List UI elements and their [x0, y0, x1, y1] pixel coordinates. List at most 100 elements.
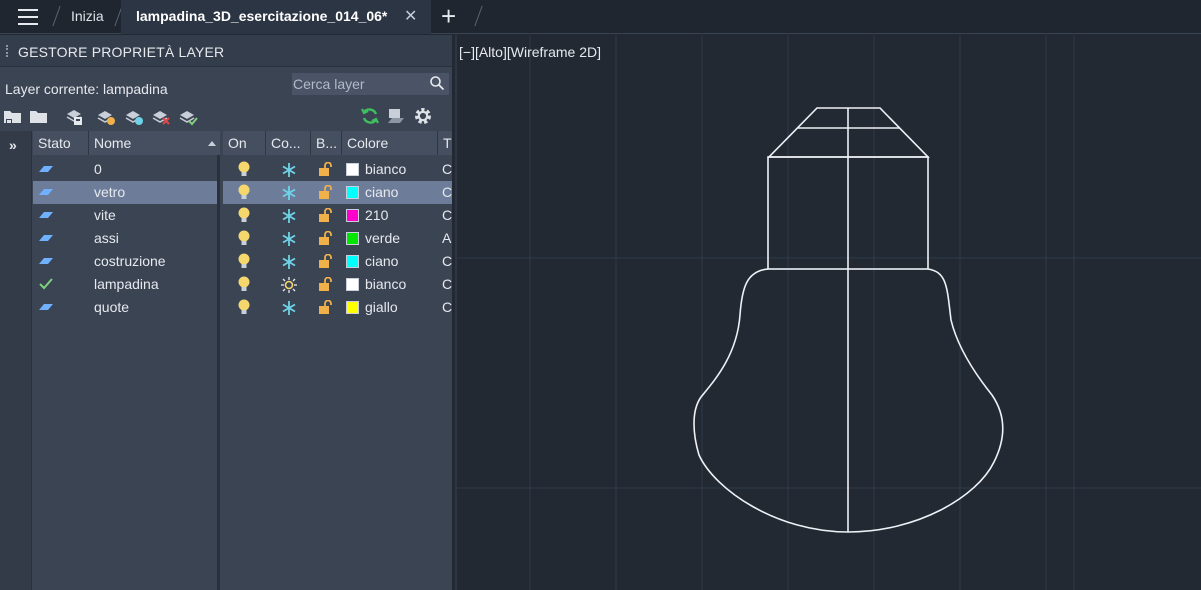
layer-props-row-vetro[interactable]: ciano C [223, 181, 452, 204]
snowflake-icon[interactable] [281, 254, 297, 270]
sun-thawed-icon[interactable] [281, 277, 297, 293]
color-swatch[interactable] [346, 186, 359, 199]
lightbulb-on-icon[interactable] [237, 299, 251, 316]
palette-grip-icon[interactable] [6, 45, 8, 57]
lightbulb-drawing[interactable] [693, 107, 1004, 533]
color-swatch[interactable] [346, 278, 359, 291]
group-filter-folder-icon[interactable] [29, 106, 49, 126]
color-swatch[interactable] [346, 232, 359, 245]
unlocked-padlock-icon[interactable] [318, 185, 332, 200]
layer-linetype[interactable]: C [442, 299, 452, 315]
color-swatch[interactable] [346, 255, 359, 268]
search-icon[interactable] [429, 75, 445, 91]
snowflake-icon[interactable] [281, 208, 297, 224]
palette-header[interactable]: GESTORE PROPRIETÀ LAYER [0, 35, 452, 67]
column-header-congela[interactable]: Co... [266, 131, 311, 155]
unlocked-padlock-icon[interactable] [318, 300, 332, 315]
layer-color-name[interactable]: giallo [365, 299, 398, 315]
color-swatch[interactable] [346, 301, 359, 314]
layer-row-quote[interactable]: quote [33, 296, 217, 319]
delete-layer-icon[interactable] [151, 106, 171, 126]
layer-status-icon [39, 189, 53, 195]
drawing-viewport[interactable]: [−][Alto][Wireframe 2D] [455, 35, 1201, 590]
lightbulb-on-icon[interactable] [237, 161, 251, 178]
unlocked-padlock-icon[interactable] [318, 231, 332, 246]
unlocked-padlock-icon[interactable] [318, 162, 332, 177]
color-swatch[interactable] [346, 163, 359, 176]
layer-linetype[interactable]: C [442, 253, 452, 269]
layer-color-name[interactable]: ciano [365, 184, 398, 200]
new-tab-plus-icon[interactable]: + [441, 2, 456, 30]
layer-row-costruzione[interactable]: costruzione [33, 250, 217, 273]
layer-props-row-0[interactable]: bianco C [223, 158, 452, 181]
layer-status-icon [39, 212, 53, 218]
viewport-controls[interactable]: [−][Alto][Wireframe 2D] [459, 44, 601, 60]
snowflake-icon[interactable] [281, 162, 297, 178]
hamburger-menu-icon[interactable] [12, 6, 40, 28]
column-header-blocca[interactable]: B... [311, 131, 342, 155]
layer-status-icon [39, 304, 53, 310]
layer-color-name[interactable]: bianco [365, 276, 406, 292]
layer-name[interactable]: 0 [94, 161, 102, 177]
layer-props-row-costruzione[interactable]: ciano C [223, 250, 452, 273]
layer-translator-icon[interactable] [386, 106, 406, 126]
layer-name[interactable]: assi [94, 230, 119, 246]
layer-props-row-assi[interactable]: verde A [223, 227, 452, 250]
layer-linetype[interactable]: C [442, 276, 452, 292]
layer-table-left: Stato Nome 0 vetro vite assi costruzione lamp… [33, 131, 220, 590]
layer-linetype[interactable]: C [442, 184, 452, 200]
layer-name[interactable]: quote [94, 299, 129, 315]
unlocked-padlock-icon[interactable] [318, 254, 332, 269]
lightbulb-on-icon[interactable] [237, 276, 251, 293]
lightbulb-on-icon[interactable] [237, 184, 251, 201]
search-layer-input[interactable]: Cerca layer [292, 73, 449, 95]
column-header-tipolinea[interactable]: T [438, 131, 452, 155]
set-current-layer-icon[interactable] [178, 106, 198, 126]
layer-row-0[interactable]: 0 [33, 158, 217, 181]
snowflake-icon[interactable] [281, 231, 297, 247]
layer-name[interactable]: lampadina [94, 276, 159, 292]
column-header-nome[interactable]: Nome [89, 131, 220, 155]
layer-color-name[interactable]: verde [365, 230, 400, 246]
tab-start[interactable]: Inizia [71, 8, 104, 24]
snowflake-icon[interactable] [281, 300, 297, 316]
unlocked-padlock-icon[interactable] [318, 208, 332, 223]
layer-color-name[interactable]: ciano [365, 253, 398, 269]
tab-active-drawing[interactable]: lampadina_3D_esercitazione_014_06* ✕ [121, 0, 431, 34]
layer-status-icon [39, 258, 53, 264]
lightbulb-on-icon[interactable] [237, 253, 251, 270]
lightbulb-on-icon[interactable] [237, 207, 251, 224]
layer-linetype[interactable]: A [442, 230, 451, 246]
layer-linetype[interactable]: C [442, 161, 452, 177]
layer-props-row-vite[interactable]: 210 C [223, 204, 452, 227]
model-space-canvas[interactable] [457, 35, 1201, 590]
column-header-stato[interactable]: Stato [33, 131, 89, 155]
new-filter-folder-icon[interactable] [3, 106, 23, 126]
layer-props-row-lampadina[interactable]: bianco C [223, 273, 452, 296]
layer-row-lampadina[interactable]: lampadina [33, 273, 217, 296]
color-swatch[interactable] [346, 209, 359, 222]
layer-props-row-quote[interactable]: giallo C [223, 296, 452, 319]
layer-row-vite[interactable]: vite [33, 204, 217, 227]
layer-row-vetro[interactable]: vetro [33, 181, 217, 204]
palette-title: GESTORE PROPRIETÀ LAYER [18, 44, 225, 60]
layer-name[interactable]: costruzione [94, 253, 166, 269]
new-layer-icon[interactable] [96, 106, 116, 126]
refresh-icon[interactable] [360, 106, 380, 126]
unlocked-padlock-icon[interactable] [318, 277, 332, 292]
layer-row-assi[interactable]: assi [33, 227, 217, 250]
column-header-colore[interactable]: Colore [342, 131, 438, 155]
layer-name[interactable]: vetro [94, 184, 125, 200]
new-layer-vp-frozen-icon[interactable] [124, 106, 144, 126]
column-header-on[interactable]: On [223, 131, 266, 155]
layer-name[interactable]: vite [94, 207, 116, 223]
expand-filters-icon[interactable]: » [9, 137, 17, 153]
layer-states-manager-icon[interactable] [64, 106, 84, 126]
settings-gear-icon[interactable] [413, 106, 433, 126]
layer-linetype[interactable]: C [442, 207, 452, 223]
layer-color-name[interactable]: bianco [365, 161, 406, 177]
lightbulb-on-icon[interactable] [237, 230, 251, 247]
layer-color-name[interactable]: 210 [365, 207, 388, 223]
snowflake-icon[interactable] [281, 185, 297, 201]
close-icon[interactable]: ✕ [404, 6, 417, 26]
